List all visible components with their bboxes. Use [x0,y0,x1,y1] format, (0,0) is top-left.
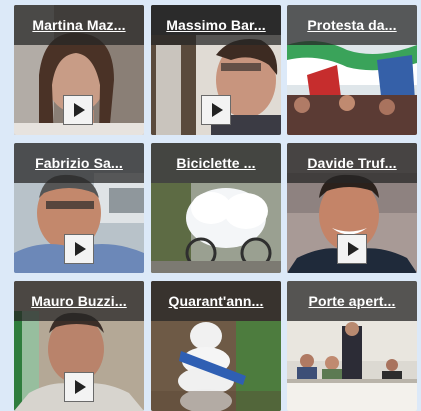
video-title-bar[interactable]: Quarant'ann... [151,281,281,321]
video-tile[interactable]: Mauro Buzzi... [14,281,144,411]
video-title[interactable]: Martina Maz... [32,17,125,33]
video-title[interactable]: Porte apert... [309,293,396,309]
play-icon[interactable] [63,95,93,125]
video-tile[interactable]: Biciclette ... [151,143,281,273]
video-title[interactable]: Biciclette ... [176,155,255,171]
video-title-bar[interactable]: Massimo Bar... [151,5,281,45]
video-title-bar[interactable]: Porte apert... [287,281,417,321]
video-title[interactable]: Davide Truf... [307,155,396,171]
video-grid: Martina Maz... Massimo Bar... Protesta d… [0,0,421,411]
video-title[interactable]: Quarant'ann... [169,293,264,309]
video-title-bar[interactable]: Martina Maz... [14,5,144,45]
video-title[interactable]: Fabrizio Sa... [35,155,123,171]
video-title-bar[interactable]: Protesta da... [287,5,417,45]
video-tile[interactable]: Protesta da... [287,5,417,135]
video-tile[interactable]: Martina Maz... [14,5,144,135]
video-tile[interactable]: Massimo Bar... [151,5,281,135]
video-tile[interactable]: Davide Truf... [287,143,417,273]
video-title[interactable]: Mauro Buzzi... [31,293,127,309]
video-title[interactable]: Protesta da... [307,17,396,33]
video-title-bar[interactable]: Mauro Buzzi... [14,281,144,321]
video-title-bar[interactable]: Fabrizio Sa... [14,143,144,183]
video-tile[interactable]: Fabrizio Sa... [14,143,144,273]
video-title-bar[interactable]: Biciclette ... [151,143,281,183]
play-icon[interactable] [201,95,231,125]
video-title-bar[interactable]: Davide Truf... [287,143,417,183]
play-icon[interactable] [337,234,367,264]
video-title[interactable]: Massimo Bar... [166,17,265,33]
play-icon[interactable] [64,372,94,402]
video-tile[interactable]: Quarant'ann... [151,281,281,411]
video-tile[interactable]: Porte apert... [287,281,417,411]
play-icon[interactable] [64,234,94,264]
